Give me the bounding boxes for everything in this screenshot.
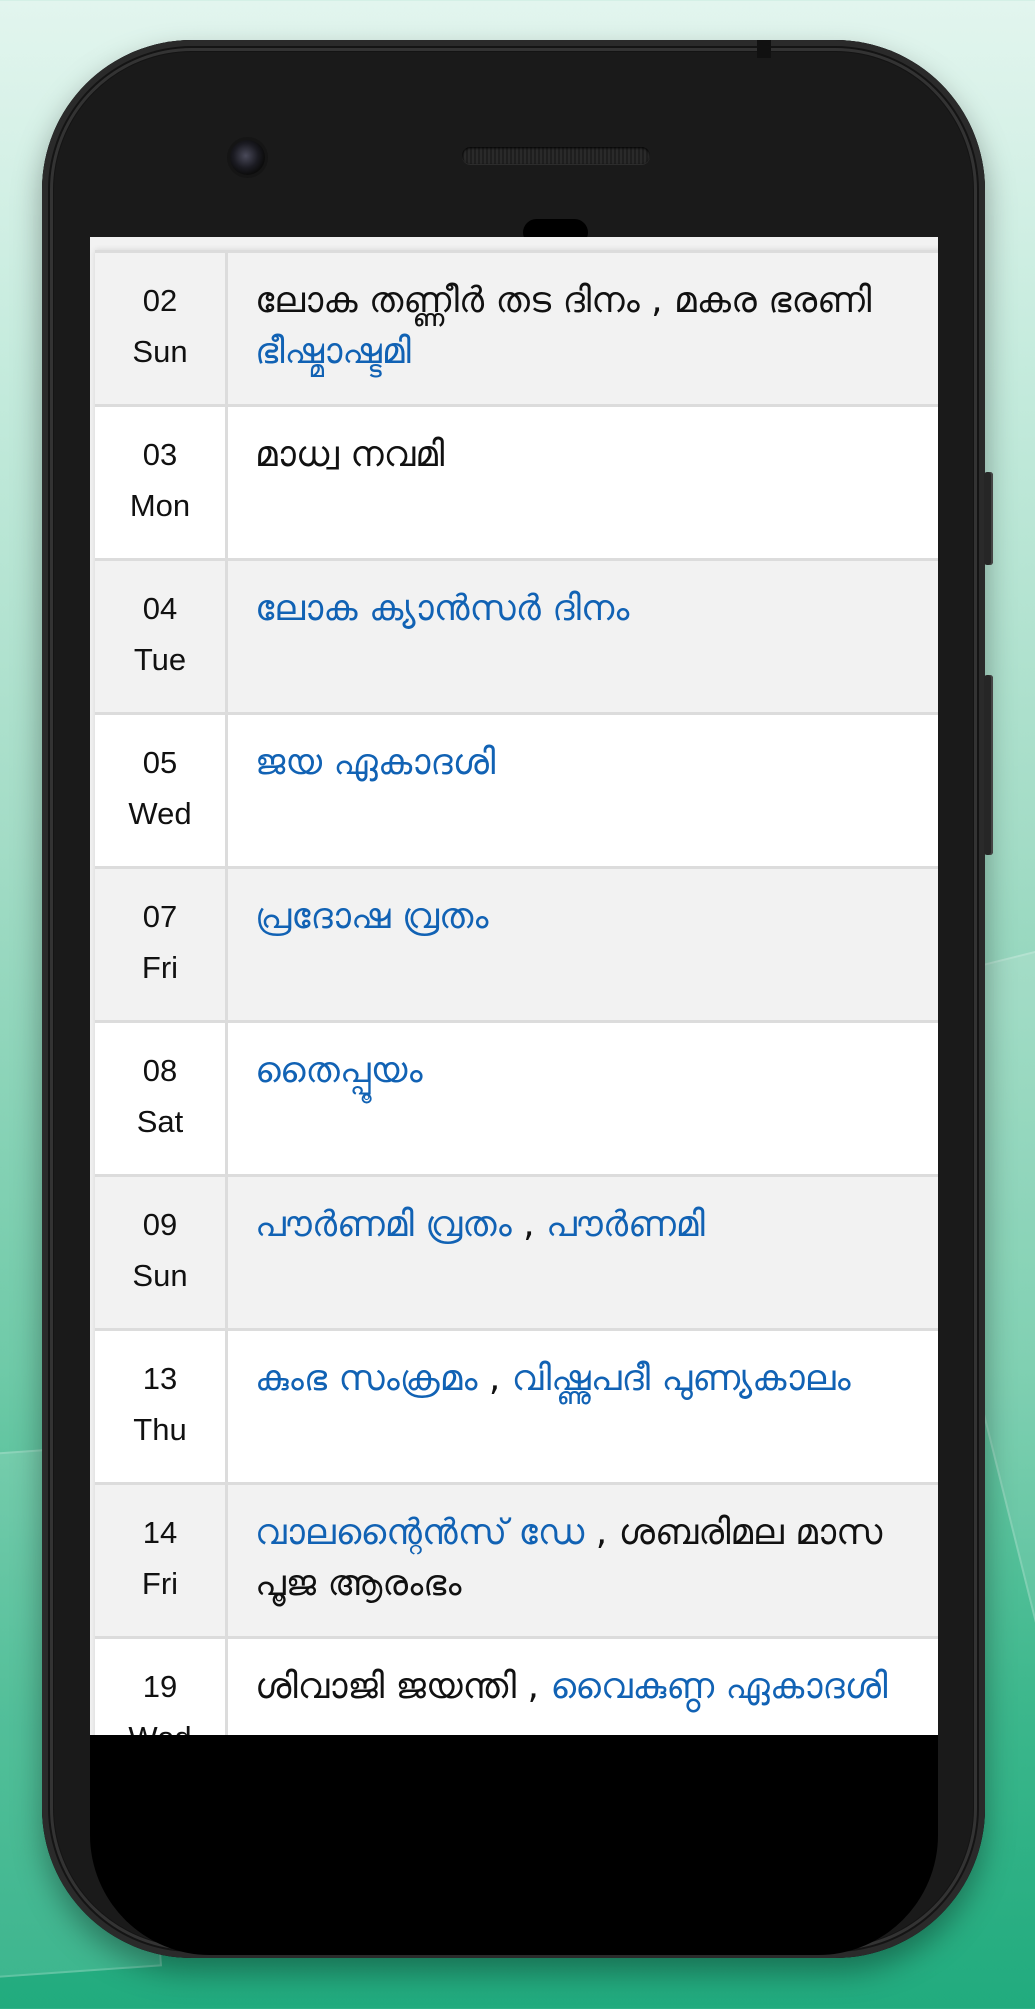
event-line: പ്രദോഷ വ്രതം — [255, 891, 938, 942]
date-cell: 19 Wed — [95, 1636, 228, 1735]
table-row[interactable]: 04 Tue ലോക ക്യാൻസർ ദിനം — [95, 558, 938, 714]
event-link[interactable]: വിഷ്ണുപദീ പുണ്യകാലം — [512, 1358, 851, 1399]
date-cell: 13 Thu — [95, 1328, 228, 1484]
events-cell: പ്രദോഷ വ്രതം — [226, 866, 938, 1022]
table-row[interactable]: 14 Fri വാലന്റൈൻസ് ഡേ , ശബരിമല മാസ പൂജ ആരംഭം — [95, 1482, 938, 1638]
weekday-label: Wed — [95, 1712, 225, 1735]
table-row[interactable]: 07 Fri പ്രദോഷ വ്രതം — [95, 866, 938, 1022]
event-link[interactable]: ഭീഷ്മാഷ്ടമി — [255, 331, 411, 372]
events-table-body: 02 Sun ലോക തണ്ണീർ തട ദിനം , മകര ഭരണി ഭീഷ്മാ… — [95, 250, 938, 1735]
table-row[interactable]: 05 Wed ജയ ഏകാദശി — [95, 712, 938, 868]
event-link[interactable]: തൈപ്പൂയം — [255, 1050, 423, 1091]
event-separator: , — [477, 1358, 512, 1399]
day-number: 14 — [142, 1515, 178, 1550]
event-line: വാലന്റൈൻസ് ഡേ , ശബരിമല മാസ — [255, 1507, 938, 1558]
weekday-label: Sat — [136, 1104, 184, 1139]
events-cell: തൈപ്പൂയം — [226, 1020, 938, 1176]
events-cell: ശിവാജി ജയന്തി , വൈകുണ്ഠ ഏകാദശി — [226, 1636, 938, 1735]
table-row[interactable]: 09 Sun പൗർണമി വ്രതം , പൗർണമി — [95, 1174, 938, 1330]
weekday-label: Sun — [132, 1258, 188, 1293]
event-line: കുംഭ സംക്രമം , വിഷ്ണുപദീ പുണ്യകാലം — [255, 1353, 938, 1404]
date-cell: 07 Fri — [95, 866, 228, 1022]
weekday-label: Wed — [128, 796, 192, 831]
date-cell: 02 Sun — [95, 250, 228, 406]
event-link[interactable]: പൗർണമി — [546, 1204, 705, 1245]
screen-bottom-blank — [90, 1735, 938, 1955]
event-separator: , — [584, 1512, 619, 1553]
event-separator: , — [511, 1204, 547, 1245]
event-line: ശിവാജി ജയന്തി , വൈകുണ്ഠ ഏകാദശി — [255, 1661, 938, 1712]
day-number: 07 — [142, 899, 178, 934]
event-line: പൂജ ആരംഭം — [255, 1558, 938, 1609]
table-row[interactable]: 08 Sat തൈപ്പൂയം — [95, 1020, 938, 1176]
events-cell: മാധ്വ നവമി — [226, 404, 938, 560]
day-number: 04 — [142, 591, 178, 626]
date-cell: 14 Fri — [95, 1482, 228, 1638]
event-link[interactable]: കുംഭ സംക്രമം — [255, 1358, 477, 1399]
day-number: 13 — [142, 1361, 178, 1396]
date-cell: 03 Mon — [95, 404, 228, 560]
front-camera-icon — [230, 140, 265, 175]
day-number: 03 — [142, 437, 178, 472]
app-screen: 02 Sun ലോക തണ്ണീർ തട ദിനം , മകര ഭരണി ഭീഷ്മാ… — [90, 237, 938, 1735]
event-link[interactable]: ലോക ക്യാൻസർ ദിനം — [255, 588, 629, 629]
date-cell: 09 Sun — [95, 1174, 228, 1330]
event-link[interactable]: വാലന്റൈൻസ് ഡേ — [255, 1512, 584, 1553]
table-row[interactable]: 19 Wed ശിവാജി ജയന്തി , വൈകുണ്ഠ ഏകാദശി — [95, 1636, 938, 1735]
phone-antenna-line — [757, 40, 771, 58]
event-link[interactable]: വൈകുണ്ഠ ഏകാദശി — [550, 1666, 887, 1707]
date-cell: 08 Sat — [95, 1020, 228, 1176]
earpiece-speaker — [462, 147, 650, 164]
day-number: 02 — [142, 283, 178, 318]
event-line: ലോക തണ്ണീർ തട ദിനം , മകര ഭരണി — [255, 275, 938, 326]
weekday-label: Sun — [132, 334, 188, 369]
events-table: 02 Sun ലോക തണ്ണീർ തട ദിനം , മകര ഭരണി ഭീഷ്മാ… — [95, 250, 938, 1735]
day-number: 08 — [142, 1053, 178, 1088]
power-button[interactable] — [984, 675, 993, 855]
volume-button[interactable] — [984, 472, 993, 565]
day-number: 09 — [142, 1207, 178, 1242]
event-link[interactable]: പ്രദോഷ വ്രതം — [255, 896, 488, 937]
events-cell: ലോക തണ്ണീർ തട ദിനം , മകര ഭരണി ഭീഷ്മാഷ്ടമി — [226, 250, 938, 406]
events-cell: ജയ ഏകാദശി — [226, 712, 938, 868]
weekday-label: Fri — [141, 950, 179, 985]
event-line: തൈപ്പൂയം — [255, 1045, 938, 1096]
event-line: പൗർണമി വ്രതം , പൗർണമി — [255, 1199, 938, 1250]
event-line: മാധ്വ നവമി — [255, 429, 938, 480]
event-link[interactable]: പൗർണമി വ്രതം — [255, 1204, 512, 1245]
events-cell: വാലന്റൈൻസ് ഡേ , ശബരിമല മാസ പൂജ ആരംഭം — [226, 1482, 938, 1638]
weekday-label: Thu — [133, 1412, 187, 1447]
event-text: ശിവാജി ജയന്തി — [255, 1666, 517, 1707]
event-text: മകര ഭരണി — [674, 280, 872, 321]
event-line: ലോക ക്യാൻസർ ദിനം — [255, 583, 938, 634]
event-text: മാധ്വ നവമി — [255, 434, 445, 475]
event-line: ജയ ഏകാദശി — [255, 737, 938, 788]
day-number: 19 — [142, 1669, 178, 1704]
event-text: പൂജ ആരംഭം — [255, 1563, 462, 1604]
date-cell: 05 Wed — [95, 712, 228, 868]
events-cell: കുംഭ സംക്രമം , വിഷ്ണുപദീ പുണ്യകാലം — [226, 1328, 938, 1484]
table-row[interactable]: 13 Thu കുംഭ സംക്രമം , വിഷ്ണുപദീ പുണ്യകാലം — [95, 1328, 938, 1484]
table-row[interactable]: 02 Sun ലോക തണ്ണീർ തട ദിനം , മകര ഭരണി ഭീഷ്മാ… — [95, 250, 938, 406]
event-separator: , — [639, 280, 675, 321]
event-line: ഭീഷ്മാഷ്ടമി — [255, 326, 938, 377]
weekday-label: Fri — [141, 1566, 179, 1601]
date-cell: 04 Tue — [95, 558, 228, 714]
event-text: ശബരിമല മാസ — [618, 1512, 883, 1553]
weekday-label: Tue — [133, 642, 187, 677]
event-link[interactable]: ജയ ഏകാദശി — [255, 742, 495, 783]
event-separator: , — [516, 1666, 551, 1707]
event-text: ലോക തണ്ണീർ തട ദിനം — [255, 280, 640, 321]
events-cell: പൗർണമി വ്രതം , പൗർണമി — [226, 1174, 938, 1330]
table-row[interactable]: 03 Mon മാധ്വ നവമി — [95, 404, 938, 560]
weekday-label: Mon — [129, 488, 191, 523]
day-number: 05 — [142, 745, 178, 780]
events-cell: ലോക ക്യാൻസർ ദിനം — [226, 558, 938, 714]
